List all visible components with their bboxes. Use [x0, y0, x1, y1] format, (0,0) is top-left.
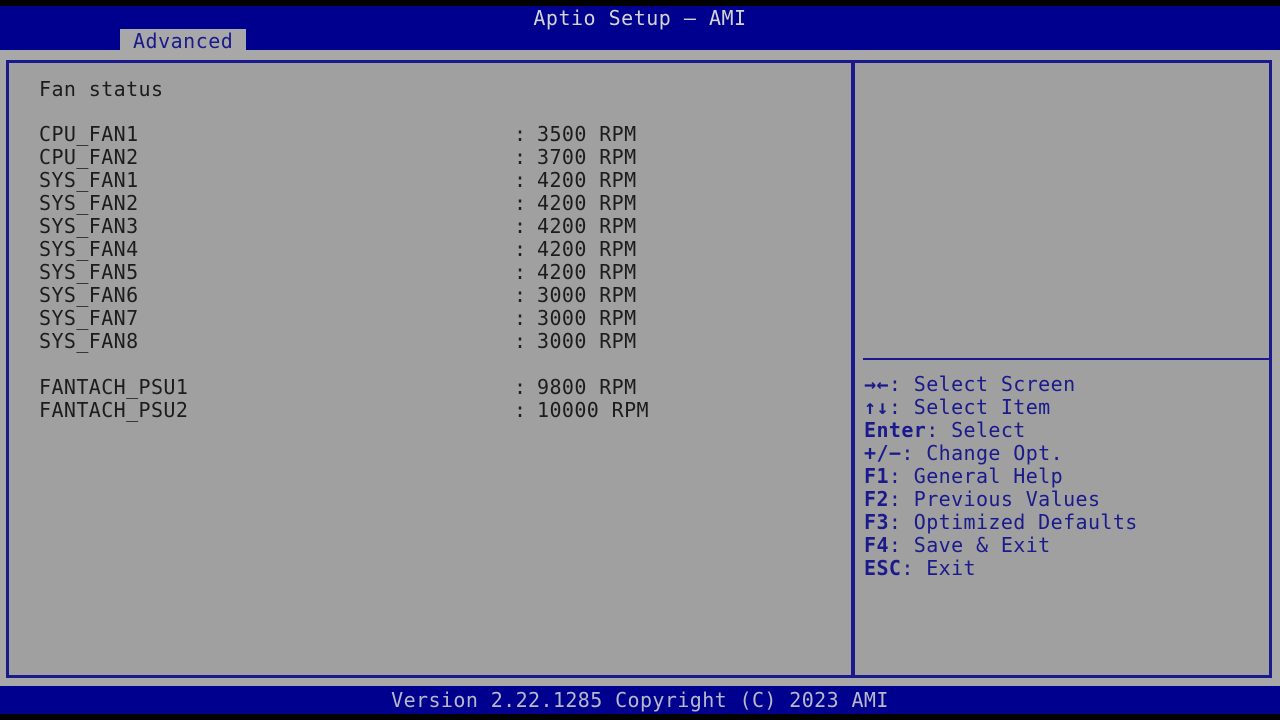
- fan-rpm-value: 3000 RPM: [537, 283, 637, 307]
- fan-status-row: SYS_FAN4:4200 RPM: [9, 238, 851, 261]
- help-legend-item: ↑↓: Select Item: [864, 396, 1269, 419]
- fan-separator: :: [514, 398, 527, 422]
- fan-rpm-value: 4200 RPM: [537, 260, 637, 284]
- fan-rpm-value: 4200 RPM: [537, 237, 637, 261]
- fan-status-panel: Fan status CPU_FAN1:3500 RPM CPU_FAN2:370…: [9, 63, 851, 675]
- help-legend-item: +/−: Change Opt.: [864, 442, 1269, 465]
- fan-name-label: SYS_FAN7: [39, 306, 139, 330]
- fan-separator: :: [514, 283, 527, 307]
- bottom-black-bar: [0, 714, 1280, 720]
- fan-separator: :: [514, 329, 527, 353]
- fan-status-row: CPU_FAN2:3700 RPM: [9, 146, 851, 169]
- bios-setup-screen: Aptio Setup – AMI Advanced Fan status CP…: [0, 0, 1280, 720]
- help-legend-item: →←: Select Screen: [864, 373, 1269, 396]
- fan-status-row: FANTACH_PSU1:9800 RPM: [9, 376, 851, 399]
- fan-status-row: FANTACH_PSU2:10000 RPM: [9, 399, 851, 422]
- fan-name-label: SYS_FAN8: [39, 329, 139, 353]
- fan-status-row: SYS_FAN2:4200 RPM: [9, 192, 851, 215]
- fan-status-row: CPU_FAN1:3500 RPM: [9, 123, 851, 146]
- help-key-glyph: F4: [864, 533, 889, 557]
- fan-name-label: CPU_FAN2: [39, 145, 139, 169]
- fan-separator: :: [514, 191, 527, 215]
- fan-rpm-value: 4200 RPM: [537, 214, 637, 238]
- fan-separator: :: [514, 306, 527, 330]
- fan-name-label: SYS_FAN6: [39, 283, 139, 307]
- fan-rpm-value: 10000 RPM: [537, 398, 649, 422]
- fan-rpm-value: 9800 RPM: [537, 375, 637, 399]
- help-key-glyph: F2: [864, 487, 889, 511]
- help-separator-line: [863, 358, 1269, 360]
- fan-name-label: SYS_FAN3: [39, 214, 139, 238]
- help-legend-item: ESC: Exit: [864, 557, 1269, 580]
- fan-separator: :: [514, 375, 527, 399]
- fan-rpm-value: 4200 RPM: [537, 191, 637, 215]
- help-key-description: : Select: [926, 418, 1026, 442]
- fan-name-label: CPU_FAN1: [39, 122, 139, 146]
- help-legend-item: F2: Previous Values: [864, 488, 1269, 511]
- help-key-glyph: ↑↓: [864, 395, 889, 419]
- fan-rpm-value: 3000 RPM: [537, 306, 637, 330]
- fan-separator: :: [514, 260, 527, 284]
- help-legend-item: F3: Optimized Defaults: [864, 511, 1269, 534]
- footer-version-text: Version 2.22.1285 Copyright (C) 2023 AMI: [391, 688, 889, 712]
- fan-separator: :: [514, 214, 527, 238]
- fan-rpm-value: 4200 RPM: [537, 168, 637, 192]
- help-key-glyph: →←: [864, 372, 889, 396]
- fan-status-row: SYS_FAN8:3000 RPM: [9, 330, 851, 353]
- fan-name-label: SYS_FAN5: [39, 260, 139, 284]
- help-panel: →←: Select Screen ↑↓: Select Item Enter: S…: [855, 63, 1269, 675]
- fan-status-row: SYS_FAN5:4200 RPM: [9, 261, 851, 284]
- fan-name-label: SYS_FAN4: [39, 237, 139, 261]
- help-key-glyph: +/−: [864, 441, 902, 465]
- help-legend-item: Enter: Select: [864, 419, 1269, 442]
- fan-rpm-value: 3700 RPM: [537, 145, 637, 169]
- help-legend-item: F4: Save & Exit: [864, 534, 1269, 557]
- help-key-glyph: ESC: [864, 556, 902, 580]
- help-key-description: : General Help: [888, 464, 1064, 488]
- fan-status-list: CPU_FAN1:3500 RPM CPU_FAN2:3700 RPM SYS_FA…: [9, 123, 851, 422]
- fan-status-row: SYS_FAN1:4200 RPM: [9, 169, 851, 192]
- fan-separator: :: [514, 237, 527, 261]
- fan-status-row: SYS_FAN3:4200 RPM: [9, 215, 851, 238]
- fan-status-row: SYS_FAN7:3000 RPM: [9, 307, 851, 330]
- section-title-fan-status: Fan status: [39, 77, 164, 101]
- help-key-description: : Select Item: [888, 395, 1051, 419]
- fan-name-label: FANTACH_PSU2: [39, 398, 189, 422]
- page-title: Aptio Setup – AMI: [533, 6, 747, 30]
- help-key-description: : Exit: [901, 556, 976, 580]
- help-key-legend: →←: Select Screen ↑↓: Select Item Enter: S…: [864, 373, 1269, 580]
- fan-separator: :: [514, 145, 527, 169]
- fan-name-label: SYS_FAN1: [39, 168, 139, 192]
- help-key-glyph: F3: [864, 510, 889, 534]
- body-area: Fan status CPU_FAN1:3500 RPM CPU_FAN2:370…: [0, 50, 1280, 686]
- fan-separator: :: [514, 122, 527, 146]
- help-key-description: : Select Screen: [888, 372, 1076, 396]
- help-key-description: : Change Opt.: [901, 441, 1064, 465]
- panel-frame: Fan status CPU_FAN1:3500 RPM CPU_FAN2:370…: [6, 60, 1272, 678]
- fan-name-label: SYS_FAN2: [39, 191, 139, 215]
- help-key-description: : Optimized Defaults: [888, 510, 1138, 534]
- help-key-description: : Save & Exit: [888, 533, 1051, 557]
- fan-separator: :: [514, 168, 527, 192]
- fan-status-row: SYS_FAN6:3000 RPM: [9, 284, 851, 307]
- help-key-glyph: F1: [864, 464, 889, 488]
- help-key-glyph: Enter: [864, 418, 927, 442]
- fan-rpm-value: 3500 RPM: [537, 122, 637, 146]
- fan-name-label: FANTACH_PSU1: [39, 375, 189, 399]
- help-key-description: : Previous Values: [888, 487, 1101, 511]
- help-legend-item: F1: General Help: [864, 465, 1269, 488]
- fan-rpm-value: 3000 RPM: [537, 329, 637, 353]
- fan-list-spacer: [9, 353, 851, 376]
